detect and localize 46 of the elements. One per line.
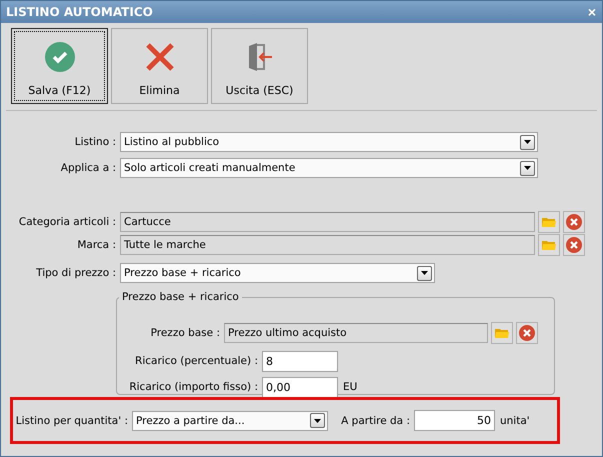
unit-label: EU [343, 381, 358, 393]
toolbar-button[interactable]: Salva (F12) [11, 28, 108, 104]
folder-icon [542, 217, 556, 227]
delete-icon [566, 237, 582, 253]
dropdown-arrow-icon [524, 166, 531, 170]
dropdown-button[interactable] [520, 160, 535, 176]
readonly-field: Tutte le marche [120, 235, 535, 255]
field-label: Tipo di prezzo : [35, 267, 117, 279]
field-label: Listino per quantita' : [15, 414, 129, 426]
dropdown-button[interactable] [520, 134, 535, 150]
field-label: Marca : [76, 239, 117, 251]
dropdown-arrow-icon [524, 140, 531, 144]
dropdown-button[interactable] [417, 266, 432, 280]
delete-icon [566, 214, 582, 230]
field-label: Listino : [74, 136, 117, 148]
readonly-field: Prezzo ultimo acquisto [224, 323, 488, 343]
input-field[interactable]: 50 [414, 410, 495, 431]
dropdown-arrow-icon [314, 418, 321, 422]
field-label: Ricarico (importo fisso) : [128, 381, 259, 393]
field-label: Prezzo base : [150, 327, 221, 339]
cross-icon [144, 42, 174, 72]
checkmark-icon [44, 42, 74, 72]
group-legend: Prezzo base + ricarico [119, 291, 242, 303]
dropdown-arrow-icon [421, 271, 428, 275]
dropdown-field[interactable]: Prezzo base + ricarico [120, 263, 435, 283]
dropdown-field[interactable]: Solo articoli creati manualmente [120, 158, 538, 178]
dropdown-field[interactable]: Listino al pubblico [120, 132, 538, 152]
field-label: Categoria articoli : [18, 216, 117, 228]
unit-label: unita' [500, 414, 530, 426]
dropdown-button[interactable] [310, 413, 325, 428]
clear-button[interactable] [563, 211, 585, 233]
clear-button[interactable] [516, 322, 538, 344]
toolbar-button[interactable]: Elimina [111, 28, 208, 104]
folder-icon [495, 328, 509, 338]
window-title: LISTINO AUTOMATICO [6, 5, 153, 19]
field-label: Applica a : [60, 162, 117, 174]
field-label: Ricarico (percentuale) : [134, 355, 259, 367]
folder-icon [542, 240, 556, 250]
readonly-field: Cartucce [120, 212, 535, 232]
delete-icon [519, 325, 535, 341]
input-field[interactable]: 8 [262, 350, 338, 372]
field-label: A partire da : [340, 414, 411, 426]
clear-button[interactable] [563, 234, 585, 256]
input-field[interactable]: 0,00 [262, 376, 338, 398]
toolbar-button[interactable]: Uscita (ESC) [211, 28, 308, 104]
dropdown-field[interactable]: Prezzo a partire da... [132, 410, 328, 430]
